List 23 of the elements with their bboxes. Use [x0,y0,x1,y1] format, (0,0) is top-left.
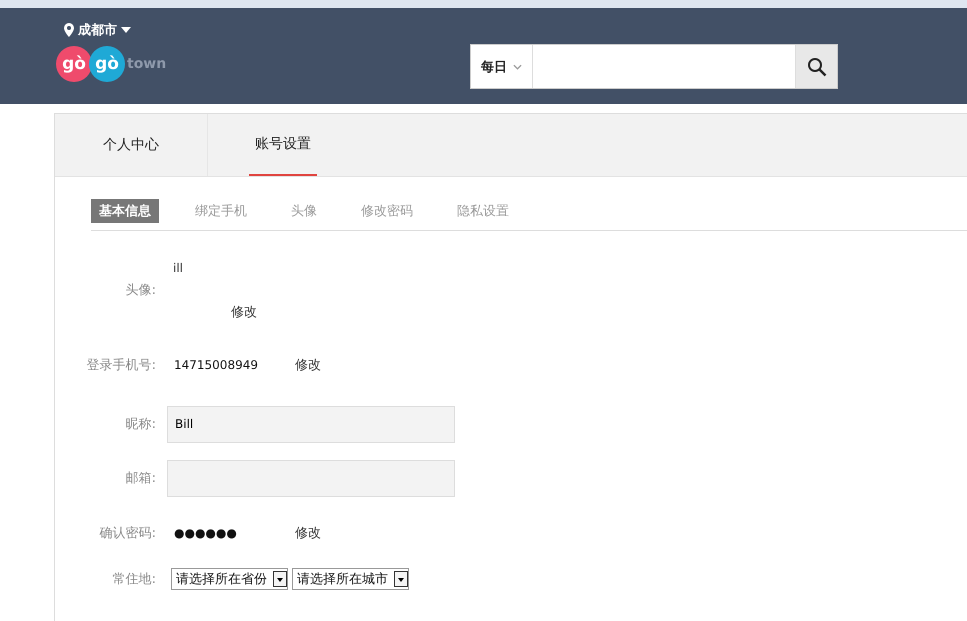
location-pin-icon [64,23,74,37]
caret-icon [121,27,131,33]
input-field[interactable] [167,460,455,496]
field-label: 邮箱: [124,470,156,487]
logo[interactable]: gò gò town [56,46,236,82]
city-selector[interactable]: 成都市 [64,21,131,39]
dropdown[interactable]: 请选择所在城市 [292,568,409,590]
dropdown[interactable]: 请选择所在省份 [171,568,288,590]
edit-link[interactable]: 修改 [295,524,321,542]
tab[interactable]: 账号设置 [249,114,317,176]
field-value: 14715008949 [173,358,259,372]
field-label: 登录手机号: [86,357,156,374]
field-label: 常住地: [112,571,156,588]
sub-tab[interactable]: 基本信息 [91,199,159,223]
field-label: 确认密码: [98,525,156,542]
avatar-alt-text: ill [173,261,184,275]
field-value: ●●●●●● [173,526,238,540]
field-label: 头像: [124,282,156,299]
edit-link[interactable]: 修改 [231,303,257,321]
tab[interactable]: 个人中心 [55,114,208,176]
edit-link[interactable]: 修改 [295,356,321,374]
field-label: 昵称: [124,416,156,433]
input-field[interactable]: Bill [167,406,455,442]
